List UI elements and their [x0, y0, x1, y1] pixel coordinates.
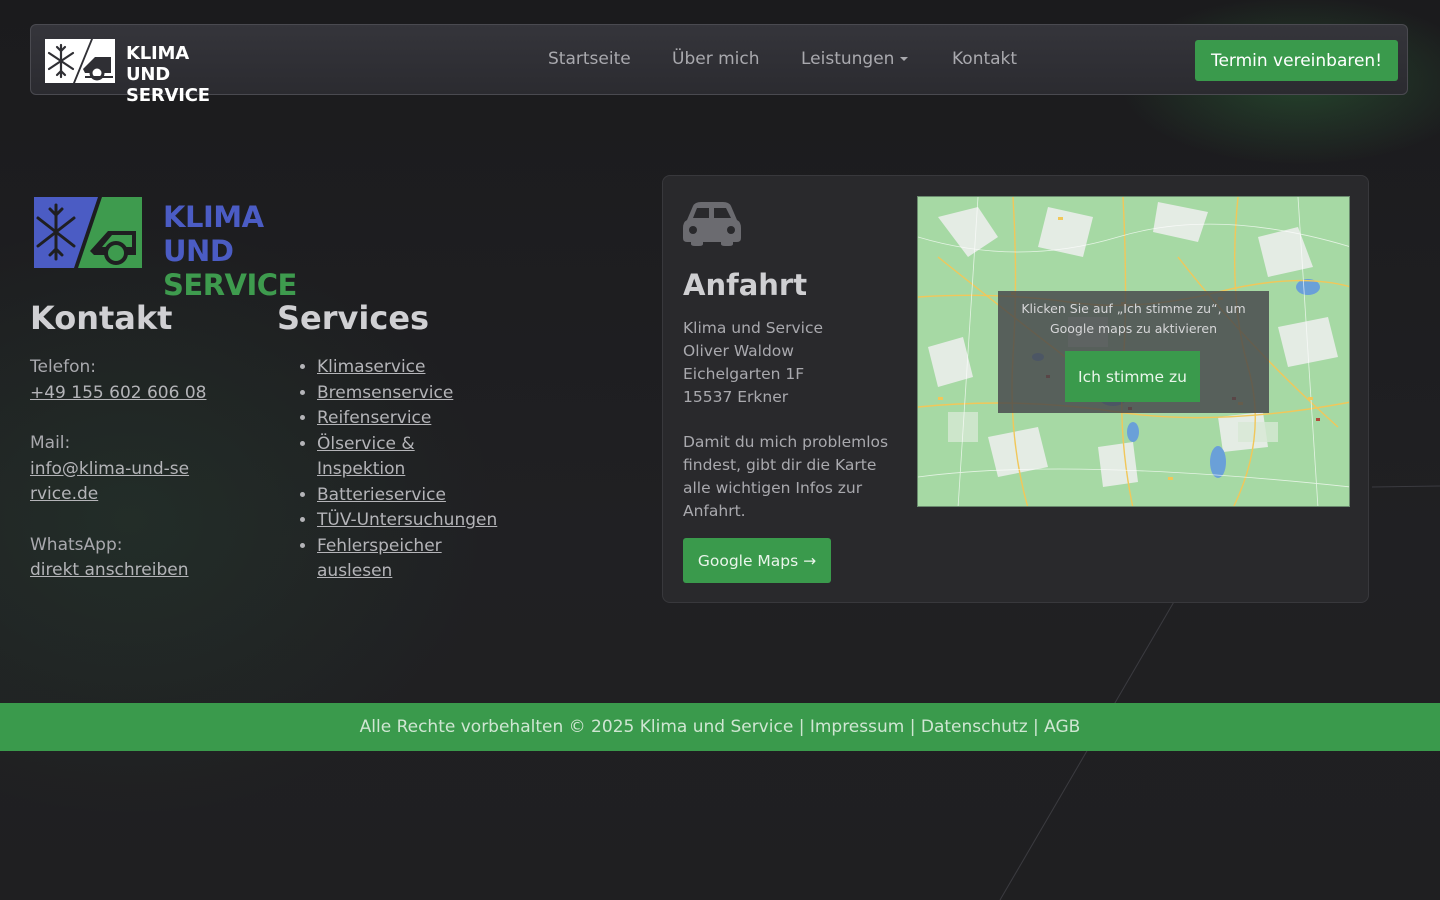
directions-description: Damit du mich problemlos findest, gibt d…: [683, 433, 889, 520]
list-item: Klimaservice: [317, 355, 517, 381]
separator: |: [1033, 717, 1039, 737]
services-list: Klimaservice Bremsenservice Reifenservic…: [277, 355, 517, 585]
nav-logo-line1: KLIMA UND: [126, 43, 189, 85]
service-link-reifenservice[interactable]: Reifenservice: [317, 408, 431, 428]
top-navbar: KLIMA UND SERVICE Startseite Über mich L…: [30, 24, 1408, 106]
contact-heading: Kontakt: [30, 299, 173, 337]
list-item: Reifenservice: [317, 406, 517, 432]
agb-link[interactable]: AGB: [1044, 717, 1080, 737]
copyright-bar: Alle Rechte vorbehalten © 2025 Klima und…: [0, 703, 1440, 751]
brand-logo-line2: SERVICE: [163, 268, 297, 302]
whatsapp-label: WhatsApp:: [30, 534, 123, 555]
nav-link-leistungen[interactable]: Leistungen: [801, 49, 909, 69]
services-block: Klimaservice Bremsenservice Reifenservic…: [277, 355, 517, 585]
address-block: Klima und Service Oliver Waldow Eichelga…: [683, 317, 823, 409]
list-item: Ölservice & Inspektion: [317, 432, 427, 483]
whatsapp-link[interactable]: direkt anschreiben: [30, 560, 189, 580]
datenschutz-link[interactable]: Datenschutz: [921, 717, 1028, 737]
nav-link-leistungen-label: Leistungen: [801, 49, 895, 69]
service-link-bremsenservice[interactable]: Bremsenservice: [317, 383, 453, 403]
service-link-tuev[interactable]: TÜV-Untersuchungen: [317, 510, 497, 530]
brand-logo-line1: KLIMA UND: [163, 200, 264, 268]
map-consent-button[interactable]: Ich stimme zu: [1065, 351, 1200, 402]
address-line: Eichelgarten 1F: [683, 365, 805, 383]
service-link-klimaservice[interactable]: Klimaservice: [317, 357, 425, 377]
service-link-batterieservice[interactable]: Batterieservice: [317, 485, 446, 505]
list-item: Bremsenservice: [317, 381, 517, 407]
logo-snowflake-car-icon: [45, 39, 115, 83]
nav-logo-text: KLIMA UND SERVICE: [126, 43, 235, 106]
appointment-button[interactable]: Termin vereinbaren!: [1195, 40, 1398, 81]
directions-heading: Anfahrt: [683, 268, 808, 302]
copyright-text: Alle Rechte vorbehalten © 2025 Klima und…: [359, 717, 794, 737]
address-line: Klima und Service: [683, 319, 823, 337]
directions-card: Anfahrt Klima und Service Oliver Waldow …: [662, 175, 1369, 603]
separator: |: [798, 717, 805, 737]
mail-link[interactable]: info@klima-und-service.de: [30, 457, 190, 508]
nav-link-kontakt[interactable]: Kontakt: [952, 49, 1017, 69]
nav-logo[interactable]: KLIMA UND SERVICE: [45, 39, 235, 106]
list-item: Fehlerspeicher auslesen: [317, 534, 457, 585]
address-line: Oliver Waldow: [683, 342, 794, 360]
service-link-fehlerspeicher[interactable]: Fehlerspeicher auslesen: [317, 536, 442, 582]
map-consent-overlay: Klicken Sie auf „Ich stimme zu“, um Goog…: [998, 291, 1269, 413]
separator: |: [909, 717, 916, 737]
caret-down-icon: [900, 57, 909, 61]
brand-logo[interactable]: KLIMA UND SERVICE: [32, 195, 332, 302]
google-maps-button[interactable]: Google Maps →: [683, 538, 831, 583]
car-icon: [683, 202, 741, 246]
brand-snowflake-car-icon: [34, 197, 142, 268]
list-item: TÜV-Untersuchungen: [317, 508, 517, 534]
map-consent-text: Klicken Sie auf „Ich stimme zu“, um Goog…: [1021, 301, 1246, 336]
phone-label: Telefon:: [30, 357, 97, 377]
nav-logo-line2: SERVICE: [126, 85, 210, 106]
services-heading: Services: [277, 299, 430, 337]
address-line: 15537 Erkner: [683, 388, 789, 406]
impressum-link[interactable]: Impressum: [810, 717, 905, 737]
mail-label: Mail:: [30, 433, 71, 453]
contact-block: Telefon: +49 155 602 606 08 Mail: info@k…: [30, 355, 250, 584]
nav-link-startseite[interactable]: Startseite: [548, 49, 631, 69]
phone-link[interactable]: +49 155 602 606 08: [30, 383, 206, 403]
service-link-oelservice[interactable]: Ölservice & Inspektion: [317, 434, 415, 480]
list-item: Batterieservice: [317, 483, 517, 509]
brand-logo-text: KLIMA UND SERVICE: [163, 200, 332, 302]
map-preview[interactable]: Klicken Sie auf „Ich stimme zu“, um Goog…: [917, 196, 1350, 507]
nav-link-ueber-mich[interactable]: Über mich: [672, 49, 760, 69]
